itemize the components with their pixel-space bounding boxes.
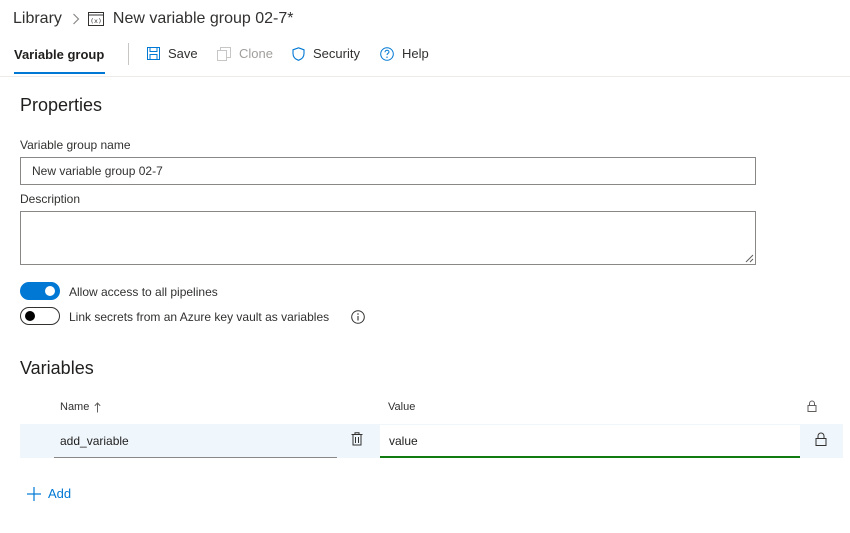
delete-icon[interactable] <box>351 432 363 446</box>
column-header-value-label: Value <box>388 401 416 413</box>
help-icon <box>380 46 394 61</box>
link-secrets-label: Link secrets from an Azure key vault as … <box>69 310 330 324</box>
variable-group-name-label: Variable group name <box>20 138 131 152</box>
chevron-right-icon <box>72 13 80 25</box>
help-label: Help <box>402 46 429 61</box>
allow-access-toggle[interactable] <box>20 282 60 300</box>
clone-label: Clone <box>239 46 273 61</box>
save-icon <box>147 47 160 60</box>
tab-variable-group[interactable]: Variable group <box>14 47 104 62</box>
breadcrumb-library-link[interactable]: Library <box>13 10 62 28</box>
column-header-name[interactable]: Name <box>60 401 101 413</box>
variable-value-field[interactable] <box>380 425 800 457</box>
toggle-knob <box>45 286 55 296</box>
clone-button[interactable]: Clone <box>217 46 273 61</box>
page-title: New variable group 02-7* <box>112 10 294 27</box>
variables-heading: Variables <box>20 358 94 378</box>
plus-icon <box>27 486 41 501</box>
properties-heading: Properties <box>20 95 103 115</box>
add-variable-button[interactable]: Add <box>27 486 71 501</box>
info-icon[interactable] <box>351 310 365 324</box>
resize-grip-icon[interactable] <box>745 254 754 263</box>
toolbar: Variable group Save Clone Security Help <box>0 40 850 77</box>
svg-text:(x): (x) <box>90 17 102 25</box>
secret-lock-icon[interactable] <box>815 432 827 446</box>
variable-value-input[interactable]: value <box>389 434 418 448</box>
link-secrets-toggle[interactable] <box>20 307 60 325</box>
toolbar-divider <box>128 43 129 65</box>
save-label: Save <box>168 46 198 61</box>
variable-value-underline <box>380 456 800 458</box>
clone-icon <box>217 46 231 61</box>
active-tab-indicator <box>14 72 105 74</box>
toggle-knob <box>25 311 35 321</box>
column-header-name-label: Name <box>60 401 90 413</box>
security-label: Security <box>313 46 360 61</box>
security-button[interactable]: Security <box>292 46 360 61</box>
save-button[interactable]: Save <box>147 46 198 61</box>
breadcrumb: Library (x) New variable group 02-7* <box>13 7 293 31</box>
column-header-value[interactable]: Value <box>388 401 415 413</box>
allow-access-label: Allow access to all pipelines <box>69 285 218 299</box>
add-label: Add <box>48 486 72 501</box>
shield-icon <box>292 46 305 61</box>
description-textarea[interactable] <box>20 211 756 265</box>
description-label: Description <box>20 192 81 206</box>
variable-group-icon: (x) <box>87 12 104 26</box>
variable-group-name-input[interactable] <box>20 157 756 185</box>
secret-column-lock-icon <box>807 400 817 412</box>
variable-name-underline <box>54 457 337 458</box>
sort-ascending-icon <box>94 401 101 413</box>
variable-name-input[interactable]: add_variable <box>60 434 129 448</box>
help-button[interactable]: Help <box>380 46 429 61</box>
